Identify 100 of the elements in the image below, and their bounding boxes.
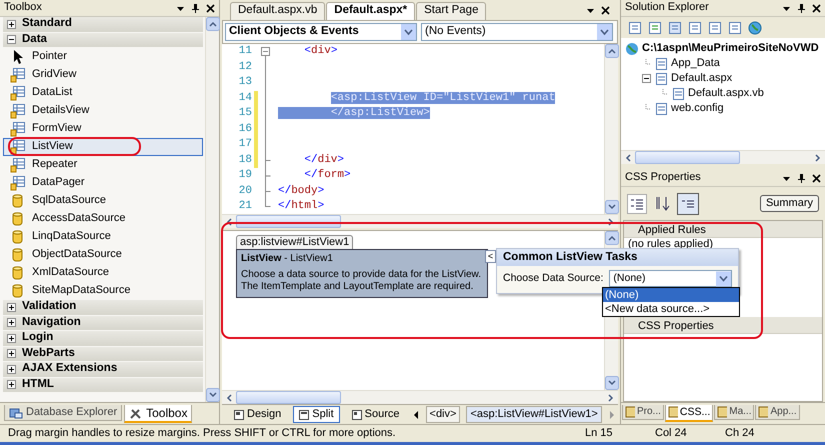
toolbox-item[interactable]: FormView	[3, 120, 203, 138]
toolbox-item[interactable]: GridView	[3, 66, 203, 84]
collapse-toggle[interactable]: <	[485, 250, 496, 263]
toolbox-item[interactable]: SiteMapDataSource	[3, 282, 203, 300]
scroll-up-icon[interactable]	[206, 17, 220, 31]
line-number: 15	[238, 106, 252, 121]
globe-icon[interactable]	[747, 20, 763, 36]
code-line: <div>	[304, 45, 338, 57]
expand-icon	[7, 318, 16, 328]
tree-item[interactable]: Default.aspx	[625, 71, 825, 86]
view-tab[interactable]: Source	[346, 406, 406, 424]
category-header[interactable]: Data	[3, 32, 203, 48]
tree-item[interactable]: C:\1aspn\MeuPrimeiroSiteNoVWD	[625, 41, 825, 56]
document-tab[interactable]: Default.aspx.vb	[230, 2, 326, 20]
collapse-icon	[7, 35, 16, 44]
control-title: ListView - ListView1	[241, 253, 334, 266]
window-icon	[299, 410, 310, 420]
panel-icon	[668, 406, 678, 418]
table-icon	[10, 103, 26, 119]
line-number: 12	[238, 60, 252, 74]
panel-tab[interactable]: App...	[755, 405, 800, 420]
document-tab[interactable]: Start Page	[416, 2, 486, 20]
toolbox-item[interactable]: ObjectDataSource	[3, 246, 203, 264]
panel-icon	[758, 406, 768, 418]
document-tab[interactable]: Default.aspx*	[326, 2, 416, 20]
expand-icon	[7, 364, 16, 374]
toolbox-item[interactable]: Repeater	[3, 156, 203, 174]
close-icon[interactable]	[812, 4, 821, 12]
panel-tab[interactable]: CSS...	[664, 405, 714, 422]
close-icon[interactable]	[206, 4, 215, 12]
document-icon[interactable]	[667, 20, 683, 36]
panel-tab[interactable]: Toolbox	[124, 405, 192, 424]
status-character: Ch 24	[725, 426, 756, 440]
toolbox-item[interactable]: AccessDataSource	[3, 210, 203, 228]
panel-title: Toolbox	[4, 1, 43, 15]
dropdown-option[interactable]: (None)	[603, 288, 739, 302]
scrollbar-thumb[interactable]	[635, 151, 740, 164]
category-header[interactable]: AJAX Extensions	[3, 362, 203, 378]
scroll-down-icon[interactable]	[605, 200, 619, 214]
code-line: </body>	[278, 184, 324, 196]
expand-icon	[7, 334, 16, 343]
panel-tab[interactable]: Pro...	[622, 405, 664, 420]
breadcrumb-tag[interactable]: <div>	[426, 406, 460, 424]
dropdown-field[interactable]: (No Events)	[421, 23, 613, 41]
tree-item[interactable]: Default.aspx.vb	[625, 86, 825, 101]
pin-icon[interactable]	[797, 4, 806, 12]
line-number: 13	[238, 75, 252, 90]
expand-icon	[7, 380, 16, 390]
close-icon[interactable]	[812, 174, 821, 182]
category-header[interactable]: Login	[3, 331, 203, 346]
dropdown-option[interactable]: <New data source...>	[603, 302, 739, 316]
listview-control[interactable]: ListView - ListView1 Choose a data source to provide data for the ListView. The ItemTemplate and LayoutTemplate are required.	[236, 249, 488, 298]
pin-icon[interactable]	[797, 174, 806, 182]
tree-item[interactable]: App_Data	[625, 56, 825, 71]
scrollbar-thumb[interactable]	[236, 391, 341, 404]
globe-icon	[625, 42, 639, 56]
message-text: Choose a data source to provide data for the ListView.	[241, 269, 482, 282]
scroll-down-icon[interactable]	[206, 388, 220, 402]
close-icon[interactable]	[601, 6, 610, 14]
toolbox-item[interactable]: DetailsView	[3, 102, 203, 120]
toolbox-item[interactable]: SqlDataSource	[3, 192, 203, 210]
view-tab[interactable]: Design	[228, 406, 288, 424]
breadcrumb-tag[interactable]: <asp:ListView#ListView1>	[466, 406, 602, 424]
code-line: </form>	[304, 169, 351, 181]
category-header[interactable]: WebParts	[3, 346, 203, 362]
table-icon	[10, 157, 26, 173]
code-line: </html>	[278, 200, 324, 212]
status-column: Col 24	[655, 426, 725, 440]
category-header[interactable]: Navigation	[3, 316, 203, 331]
scroll-up-icon[interactable]	[605, 44, 619, 58]
toolbox-item[interactable]: DataPager	[3, 174, 203, 192]
line-number: 21	[238, 199, 252, 214]
panel-tab[interactable]: Database Explorer	[4, 405, 122, 422]
panel-tab[interactable]: Ma...	[714, 405, 754, 420]
toolbox-item[interactable]: XmlDataSource	[3, 264, 203, 282]
dropdown-field[interactable]: Client Objects & Events	[225, 23, 417, 41]
categorized-icon[interactable]	[627, 194, 647, 214]
pin-icon[interactable]	[191, 4, 200, 12]
section-header: CSS Properties	[624, 317, 822, 334]
list-icon[interactable]	[677, 192, 699, 214]
table-icon	[10, 175, 26, 191]
toolbox-item[interactable]: LinqDataSource	[3, 228, 203, 246]
data-source-dropdown[interactable]: (None)	[609, 270, 732, 287]
database-icon	[9, 406, 23, 419]
category-header[interactable]: HTML	[3, 378, 203, 393]
panel-heading: Common ListView Tasks	[503, 251, 638, 263]
field-label: Choose Data Source:	[503, 272, 604, 285]
category-header[interactable]: Validation	[3, 300, 203, 316]
summary-button[interactable]: Summary	[760, 194, 819, 212]
toolbox-item[interactable]: DataList	[3, 84, 203, 102]
line-number: 17	[238, 137, 252, 152]
collapse-icon[interactable]	[642, 74, 651, 83]
view-tab[interactable]: Split	[293, 406, 340, 424]
file-icon	[671, 86, 685, 100]
expand-icon	[7, 349, 16, 358]
toolbox-item[interactable]: Pointer	[3, 48, 203, 66]
scroll-up-icon[interactable]	[605, 231, 619, 245]
category-header[interactable]: Standard	[3, 17, 203, 32]
scroll-down-icon[interactable]	[605, 376, 619, 390]
tree-item[interactable]: web.config	[625, 101, 825, 116]
